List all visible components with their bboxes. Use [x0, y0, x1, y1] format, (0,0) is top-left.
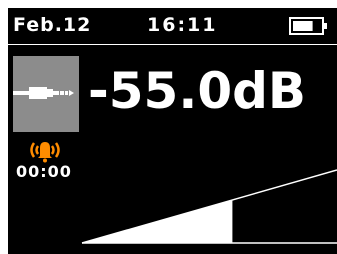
level-meter-icon — [81, 169, 337, 244]
device-screen: Feb.12 16:11 -55.0dB 00:00 — [8, 8, 337, 254]
